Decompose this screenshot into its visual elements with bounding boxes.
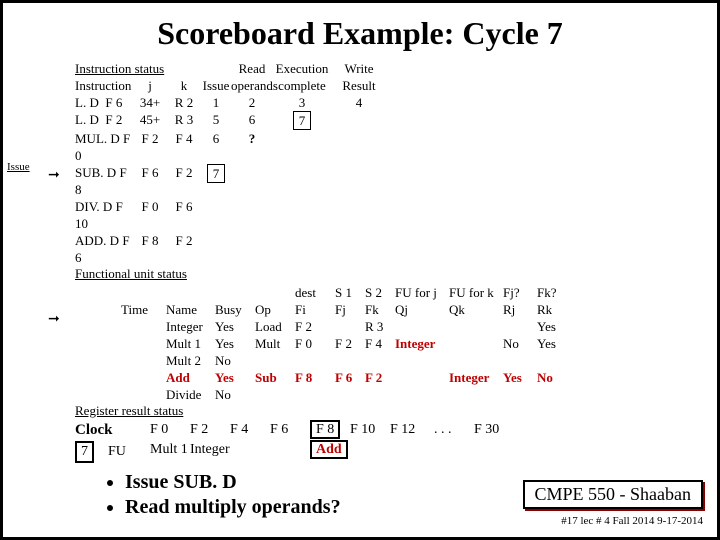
instruction-status-table: Instruction status Read Execution Write … [75,60,705,266]
fu-status-table: dest S 1 S 2 FU for j FU for k Fj? Fk? T… [121,284,705,403]
issue-tag: Issue [7,161,30,173]
footer-course: CMPE 550 - Shaaban [523,480,704,509]
clock-value: 7 [75,441,94,463]
arrow-icon: ➞ [48,311,60,328]
register-header-row: Clock F 0 F 2 F 4 F 6 F 8 F 10 F 12 . . … [75,421,705,439]
slide-title: Scoreboard Example: Cycle 7 [15,15,705,52]
instr-status-header: Instruction status [75,60,201,77]
footer-meta: #17 lec # 4 Fall 2014 9-17-2014 [561,515,703,527]
slide: Scoreboard Example: Cycle 7 Issue ➞ ➞ In… [0,0,720,540]
highlight-box: F 8 [310,420,340,439]
fu-status-header: Functional unit status [75,266,705,282]
arrow-icon: ➞ [48,167,60,184]
highlight-box: 7 [293,111,312,130]
highlight-box: 7 [207,164,226,183]
highlight-box: Add [310,440,348,459]
reg-status-header: Register result status [75,403,705,419]
register-fu-row: 7 FU Mult 1 Integer Add [75,441,705,463]
